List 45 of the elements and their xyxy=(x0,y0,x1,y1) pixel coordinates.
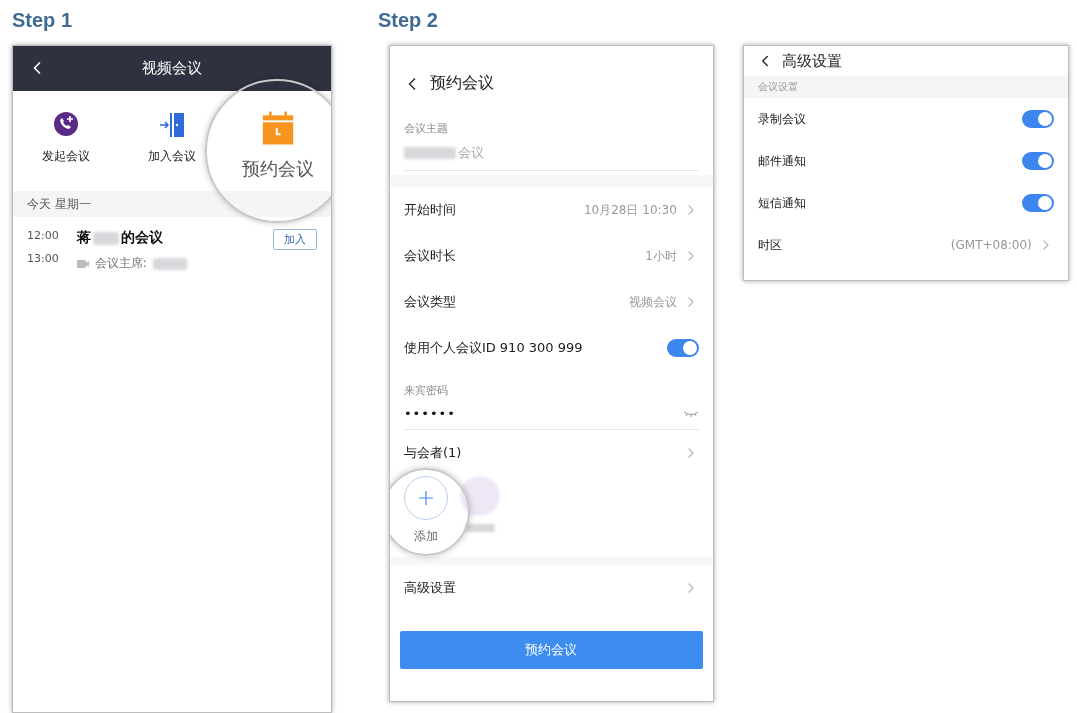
row-label: 邮件通知 xyxy=(757,152,806,170)
row-label: 录制会议 xyxy=(757,110,806,128)
action-button[interactable]: 加入会议 xyxy=(119,91,225,191)
toggle-switch[interactable] xyxy=(1021,194,1054,212)
field-label: 会议主题 xyxy=(403,121,449,136)
row-value: 视频会议 xyxy=(628,293,677,311)
field-label: 来宾密码 xyxy=(403,383,449,398)
toggle-switch[interactable] xyxy=(1021,110,1054,128)
avatar-circle xyxy=(459,476,500,516)
end-time: 13:00 xyxy=(27,252,59,265)
row-label: 与会者(1) xyxy=(403,444,462,462)
row-label: 短信通知 xyxy=(757,194,806,212)
add-button[interactable] xyxy=(403,476,448,520)
toggle-switch[interactable] xyxy=(1021,152,1054,170)
row-value: (GMT+08:00) xyxy=(950,238,1032,252)
start-time: 12:00 xyxy=(27,229,59,242)
step-label: Step 2 xyxy=(377,8,439,33)
password-field[interactable]: •••••• xyxy=(403,406,456,421)
blurred-text xyxy=(152,257,187,270)
video-icon xyxy=(76,259,89,268)
host-label: 会议主席: xyxy=(94,255,147,272)
join-button[interactable]: 加入 xyxy=(273,229,317,250)
screen-title: 预约会议 xyxy=(429,73,494,94)
row-label: 高级设置 xyxy=(403,579,456,597)
meeting-title: 蒋 xyxy=(76,229,91,247)
action-button[interactable]: 发起会议 xyxy=(13,91,119,191)
section-label: 会议设置 xyxy=(757,80,798,94)
screen-title: 高级设置 xyxy=(781,51,842,71)
row-label: 会议类型 xyxy=(403,293,456,311)
row-label: 时区 xyxy=(757,236,782,254)
add-label: 添加 xyxy=(413,528,438,545)
blurred-text xyxy=(464,524,495,532)
meeting-title: 的会议 xyxy=(120,229,163,247)
row-value: 10月28日 10:30 xyxy=(583,201,677,219)
step-label: Step 1 xyxy=(12,8,74,33)
blurred-text xyxy=(92,231,119,245)
screen-title: 视频会议 xyxy=(142,59,202,78)
action-button[interactable]: 预约会议 xyxy=(225,91,331,191)
row-label: 开始时间 xyxy=(403,201,456,219)
row-label: 使用个人会议ID 910 300 999 xyxy=(403,339,583,357)
row-label: 会议时长 xyxy=(403,247,456,265)
eye-closed-icon[interactable] xyxy=(682,409,699,418)
row-value: 1小时 xyxy=(645,247,677,265)
toggle-switch[interactable] xyxy=(666,339,699,357)
day-label: 今天 星期一 xyxy=(27,195,91,213)
